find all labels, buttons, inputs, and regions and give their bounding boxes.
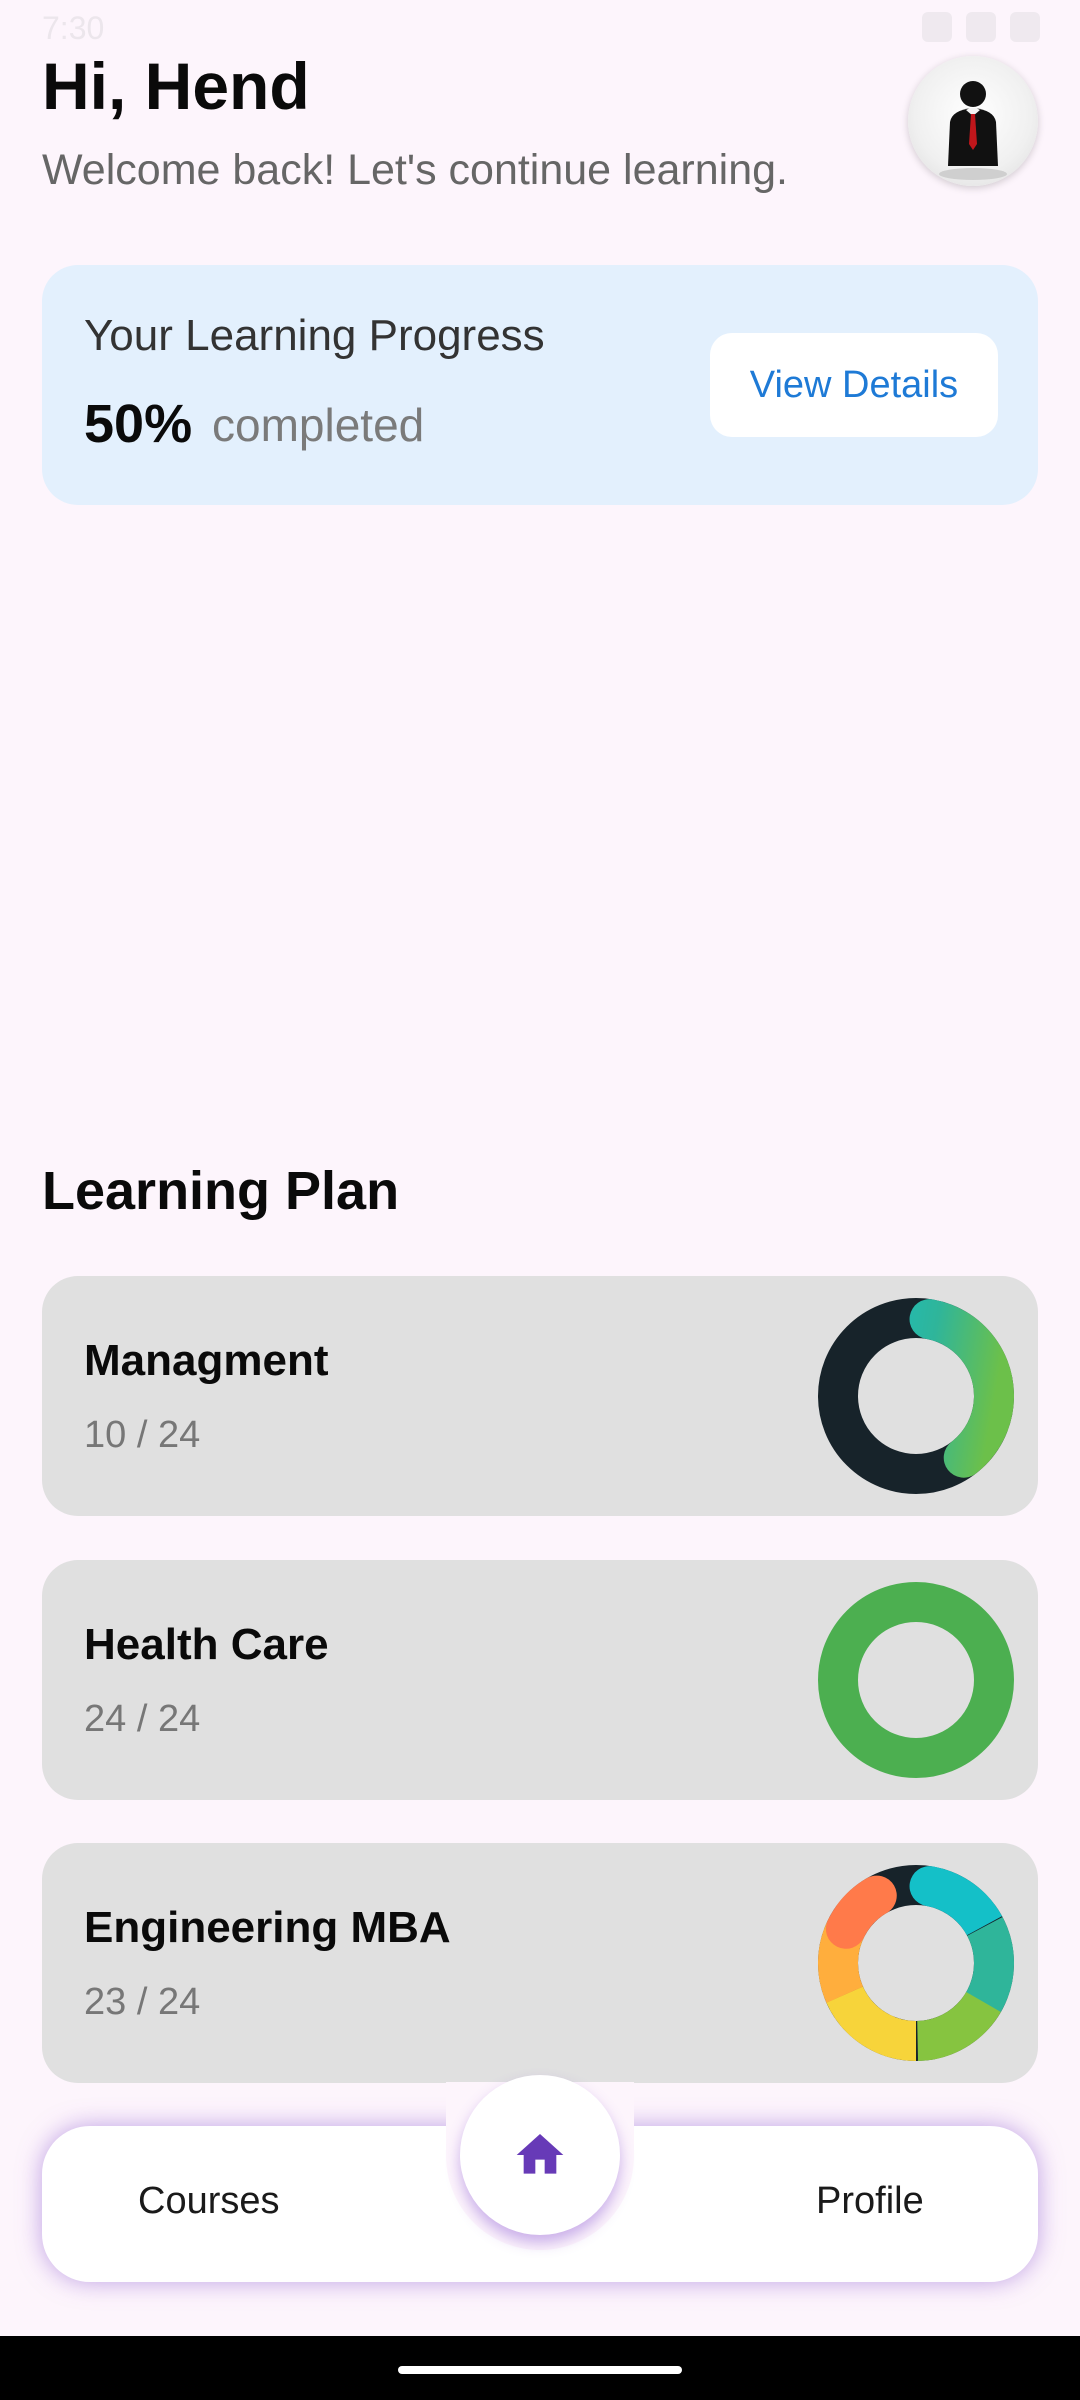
progress-ring: [818, 1865, 1014, 2061]
plan-count: 10 / 24: [84, 1414, 201, 1456]
plan-name: Engineering MBA: [84, 1903, 451, 1952]
home-button[interactable]: [460, 2075, 620, 2235]
plan-count: 23 / 24: [84, 1981, 201, 2023]
user-silhouette-icon: [939, 81, 1007, 180]
progress-suffix: completed: [212, 399, 425, 451]
system-navigation-bar: [0, 2336, 1080, 2400]
nav-profile[interactable]: Profile: [816, 2180, 924, 2223]
progress-percent: 50%: [84, 394, 193, 454]
gesture-handle[interactable]: [398, 2366, 682, 2374]
home-icon: [516, 2134, 564, 2174]
greeting-title: Hi, Hend: [42, 49, 310, 123]
progress-ring: [818, 1298, 1014, 1494]
view-details-button[interactable]: View Details: [710, 333, 998, 437]
avatar[interactable]: [908, 56, 1038, 186]
plan-card-managment[interactable]: Managment 10 / 24: [42, 1276, 1038, 1516]
plan-card-health-care[interactable]: Health Care 24 / 24: [42, 1560, 1038, 1800]
progress-title: Your Learning Progress: [84, 311, 545, 360]
status-time: 7:30: [42, 10, 105, 46]
battery-icon: [1010, 12, 1040, 42]
plan-name: Health Care: [84, 1620, 329, 1669]
wifi-icon: [922, 12, 952, 42]
welcome-subtitle: Welcome back! Let's continue learning.: [42, 146, 788, 194]
learning-progress-card: Your Learning Progress 50% completed Vie…: [42, 265, 1038, 505]
plan-card-engineering-mba[interactable]: Engineering MBA 23 / 24: [42, 1843, 1038, 2083]
learning-plan-title: Learning Plan: [42, 1161, 400, 1221]
progress-ring: [818, 1582, 1014, 1778]
plan-name: Managment: [84, 1336, 329, 1385]
plan-count: 24 / 24: [84, 1698, 201, 1740]
nav-courses[interactable]: Courses: [138, 2180, 280, 2223]
signal-icon: [966, 12, 996, 42]
status-icons: [922, 12, 1040, 42]
